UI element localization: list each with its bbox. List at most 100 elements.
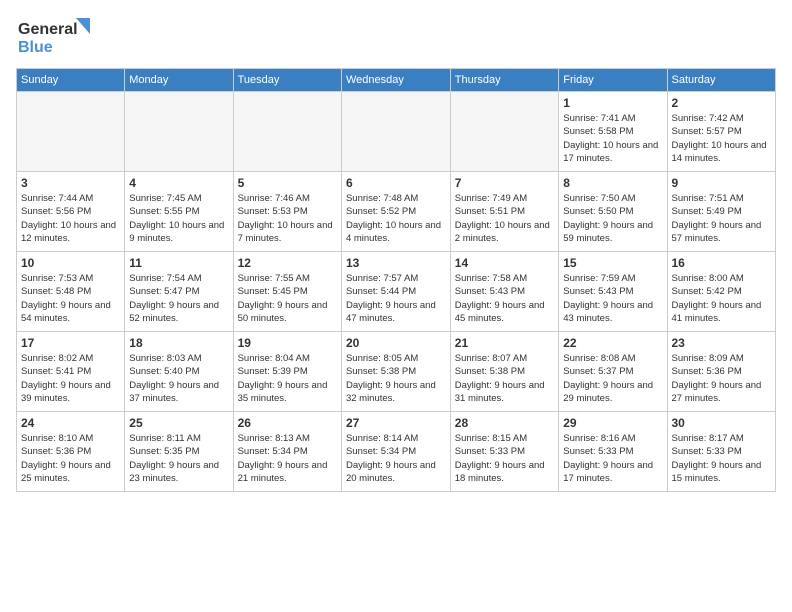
day-info: Sunrise: 7:53 AM Sunset: 5:48 PM Dayligh… — [21, 272, 120, 325]
day-info: Sunrise: 8:02 AM Sunset: 5:41 PM Dayligh… — [21, 352, 120, 405]
day-number: 10 — [21, 256, 120, 270]
logo-icon: GeneralBlue — [16, 16, 96, 56]
calendar-week-0: 1Sunrise: 7:41 AM Sunset: 5:58 PM Daylig… — [17, 92, 776, 172]
day-info: Sunrise: 8:08 AM Sunset: 5:37 PM Dayligh… — [563, 352, 662, 405]
day-header-thursday: Thursday — [450, 69, 558, 92]
day-number: 18 — [129, 336, 228, 350]
day-number: 13 — [346, 256, 446, 270]
day-number: 20 — [346, 336, 446, 350]
day-info: Sunrise: 8:13 AM Sunset: 5:34 PM Dayligh… — [238, 432, 337, 485]
calendar-cell — [450, 92, 558, 172]
day-info: Sunrise: 8:11 AM Sunset: 5:35 PM Dayligh… — [129, 432, 228, 485]
day-number: 17 — [21, 336, 120, 350]
day-info: Sunrise: 8:04 AM Sunset: 5:39 PM Dayligh… — [238, 352, 337, 405]
day-info: Sunrise: 7:42 AM Sunset: 5:57 PM Dayligh… — [672, 112, 772, 165]
day-header-sunday: Sunday — [17, 69, 125, 92]
day-number: 14 — [455, 256, 554, 270]
day-number: 25 — [129, 416, 228, 430]
day-info: Sunrise: 7:59 AM Sunset: 5:43 PM Dayligh… — [563, 272, 662, 325]
calendar-cell — [125, 92, 233, 172]
day-info: Sunrise: 8:17 AM Sunset: 5:33 PM Dayligh… — [672, 432, 772, 485]
calendar-cell: 26 Sunrise: 8:13 AM Sunset: 5:34 PM Dayli… — [233, 412, 341, 492]
calendar-cell: 28Sunrise: 8:15 AM Sunset: 5:33 PM Dayli… — [450, 412, 558, 492]
day-info: Sunrise: 7:50 AM Sunset: 5:50 PM Dayligh… — [563, 192, 662, 245]
day-info: Sunrise: 7:45 AM Sunset: 5:55 PM Dayligh… — [129, 192, 228, 245]
calendar-cell: 19 Sunrise: 8:04 AM Sunset: 5:39 PM Dayli… — [233, 332, 341, 412]
calendar-cell: 8 Sunrise: 7:50 AM Sunset: 5:50 PM Daylig… — [559, 172, 667, 252]
day-number: 5 — [238, 176, 337, 190]
day-info: Sunrise: 7:58 AM Sunset: 5:43 PM Dayligh… — [455, 272, 554, 325]
day-number: 16 — [672, 256, 772, 270]
day-info: Sunrise: 7:51 AM Sunset: 5:49 PM Dayligh… — [672, 192, 772, 245]
day-number: 8 — [563, 176, 662, 190]
day-number: 4 — [129, 176, 228, 190]
calendar-cell: 9 Sunrise: 7:51 AM Sunset: 5:49 PM Daylig… — [667, 172, 776, 252]
day-number: 26 — [238, 416, 337, 430]
day-number: 29 — [563, 416, 662, 430]
day-info: Sunrise: 8:16 AM Sunset: 5:33 PM Dayligh… — [563, 432, 662, 485]
calendar-cell: 2 Sunrise: 7:42 AM Sunset: 5:57 PM Daylig… — [667, 92, 776, 172]
day-number: 7 — [455, 176, 554, 190]
day-number: 15 — [563, 256, 662, 270]
day-info: Sunrise: 7:44 AM Sunset: 5:56 PM Dayligh… — [21, 192, 120, 245]
calendar-cell: 6 Sunrise: 7:48 AM Sunset: 5:52 PM Daylig… — [341, 172, 450, 252]
svg-text:General: General — [18, 21, 78, 38]
calendar-week-2: 10 Sunrise: 7:53 AM Sunset: 5:48 PM Dayli… — [17, 252, 776, 332]
day-info: Sunrise: 8:00 AM Sunset: 5:42 PM Dayligh… — [672, 272, 772, 325]
day-header-monday: Monday — [125, 69, 233, 92]
calendar-cell: 21 Sunrise: 8:07 AM Sunset: 5:38 PM Dayli… — [450, 332, 558, 412]
calendar-cell: 15 Sunrise: 7:59 AM Sunset: 5:43 PM Dayli… — [559, 252, 667, 332]
calendar-cell: 1Sunrise: 7:41 AM Sunset: 5:58 PM Daylig… — [559, 92, 667, 172]
day-header-friday: Friday — [559, 69, 667, 92]
day-number: 21 — [455, 336, 554, 350]
calendar-cell: 22Sunrise: 8:08 AM Sunset: 5:37 PM Dayli… — [559, 332, 667, 412]
calendar-week-3: 17 Sunrise: 8:02 AM Sunset: 5:41 PM Dayli… — [17, 332, 776, 412]
calendar-cell: 11Sunrise: 7:54 AM Sunset: 5:47 PM Dayli… — [125, 252, 233, 332]
day-number: 24 — [21, 416, 120, 430]
day-number: 27 — [346, 416, 446, 430]
calendar-cell: 30 Sunrise: 8:17 AM Sunset: 5:33 PM Dayli… — [667, 412, 776, 492]
day-number: 3 — [21, 176, 120, 190]
calendar-cell: 16 Sunrise: 8:00 AM Sunset: 5:42 PM Dayli… — [667, 252, 776, 332]
day-number: 6 — [346, 176, 446, 190]
day-number: 19 — [238, 336, 337, 350]
svg-text:Blue: Blue — [18, 39, 53, 56]
page-header: GeneralBlue — [16, 16, 776, 56]
day-header-tuesday: Tuesday — [233, 69, 341, 92]
day-info: Sunrise: 8:03 AM Sunset: 5:40 PM Dayligh… — [129, 352, 228, 405]
day-info: Sunrise: 7:55 AM Sunset: 5:45 PM Dayligh… — [238, 272, 337, 325]
day-number: 23 — [672, 336, 772, 350]
calendar-cell: 24Sunrise: 8:10 AM Sunset: 5:36 PM Dayli… — [17, 412, 125, 492]
calendar-cell: 7Sunrise: 7:49 AM Sunset: 5:51 PM Daylig… — [450, 172, 558, 252]
day-header-wednesday: Wednesday — [341, 69, 450, 92]
day-info: Sunrise: 8:14 AM Sunset: 5:34 PM Dayligh… — [346, 432, 446, 485]
calendar-cell: 13 Sunrise: 7:57 AM Sunset: 5:44 PM Dayli… — [341, 252, 450, 332]
calendar-week-1: 3 Sunrise: 7:44 AM Sunset: 5:56 PM Daylig… — [17, 172, 776, 252]
day-info: Sunrise: 7:57 AM Sunset: 5:44 PM Dayligh… — [346, 272, 446, 325]
calendar-cell: 4 Sunrise: 7:45 AM Sunset: 5:55 PM Daylig… — [125, 172, 233, 252]
calendar-cell: 27 Sunrise: 8:14 AM Sunset: 5:34 PM Dayli… — [341, 412, 450, 492]
day-info: Sunrise: 8:07 AM Sunset: 5:38 PM Dayligh… — [455, 352, 554, 405]
calendar-cell: 18 Sunrise: 8:03 AM Sunset: 5:40 PM Dayli… — [125, 332, 233, 412]
calendar-table: SundayMondayTuesdayWednesdayThursdayFrid… — [16, 68, 776, 492]
day-header-saturday: Saturday — [667, 69, 776, 92]
calendar-cell: 3 Sunrise: 7:44 AM Sunset: 5:56 PM Daylig… — [17, 172, 125, 252]
day-number: 30 — [672, 416, 772, 430]
calendar-cell: 14 Sunrise: 7:58 AM Sunset: 5:43 PM Dayli… — [450, 252, 558, 332]
calendar-cell — [17, 92, 125, 172]
day-number: 9 — [672, 176, 772, 190]
day-info: Sunrise: 8:09 AM Sunset: 5:36 PM Dayligh… — [672, 352, 772, 405]
calendar-cell: 17 Sunrise: 8:02 AM Sunset: 5:41 PM Dayli… — [17, 332, 125, 412]
logo: GeneralBlue — [16, 16, 96, 56]
day-info: Sunrise: 8:05 AM Sunset: 5:38 PM Dayligh… — [346, 352, 446, 405]
day-info: Sunrise: 7:48 AM Sunset: 5:52 PM Dayligh… — [346, 192, 446, 245]
day-info: Sunrise: 7:54 AM Sunset: 5:47 PM Dayligh… — [129, 272, 228, 325]
calendar-cell — [341, 92, 450, 172]
calendar-cell — [233, 92, 341, 172]
day-info: Sunrise: 7:46 AM Sunset: 5:53 PM Dayligh… — [238, 192, 337, 245]
calendar-week-4: 24Sunrise: 8:10 AM Sunset: 5:36 PM Dayli… — [17, 412, 776, 492]
calendar-header-row: SundayMondayTuesdayWednesdayThursdayFrid… — [17, 69, 776, 92]
calendar-cell: 23 Sunrise: 8:09 AM Sunset: 5:36 PM Dayli… — [667, 332, 776, 412]
day-info: Sunrise: 8:15 AM Sunset: 5:33 PM Dayligh… — [455, 432, 554, 485]
day-number: 2 — [672, 96, 772, 110]
